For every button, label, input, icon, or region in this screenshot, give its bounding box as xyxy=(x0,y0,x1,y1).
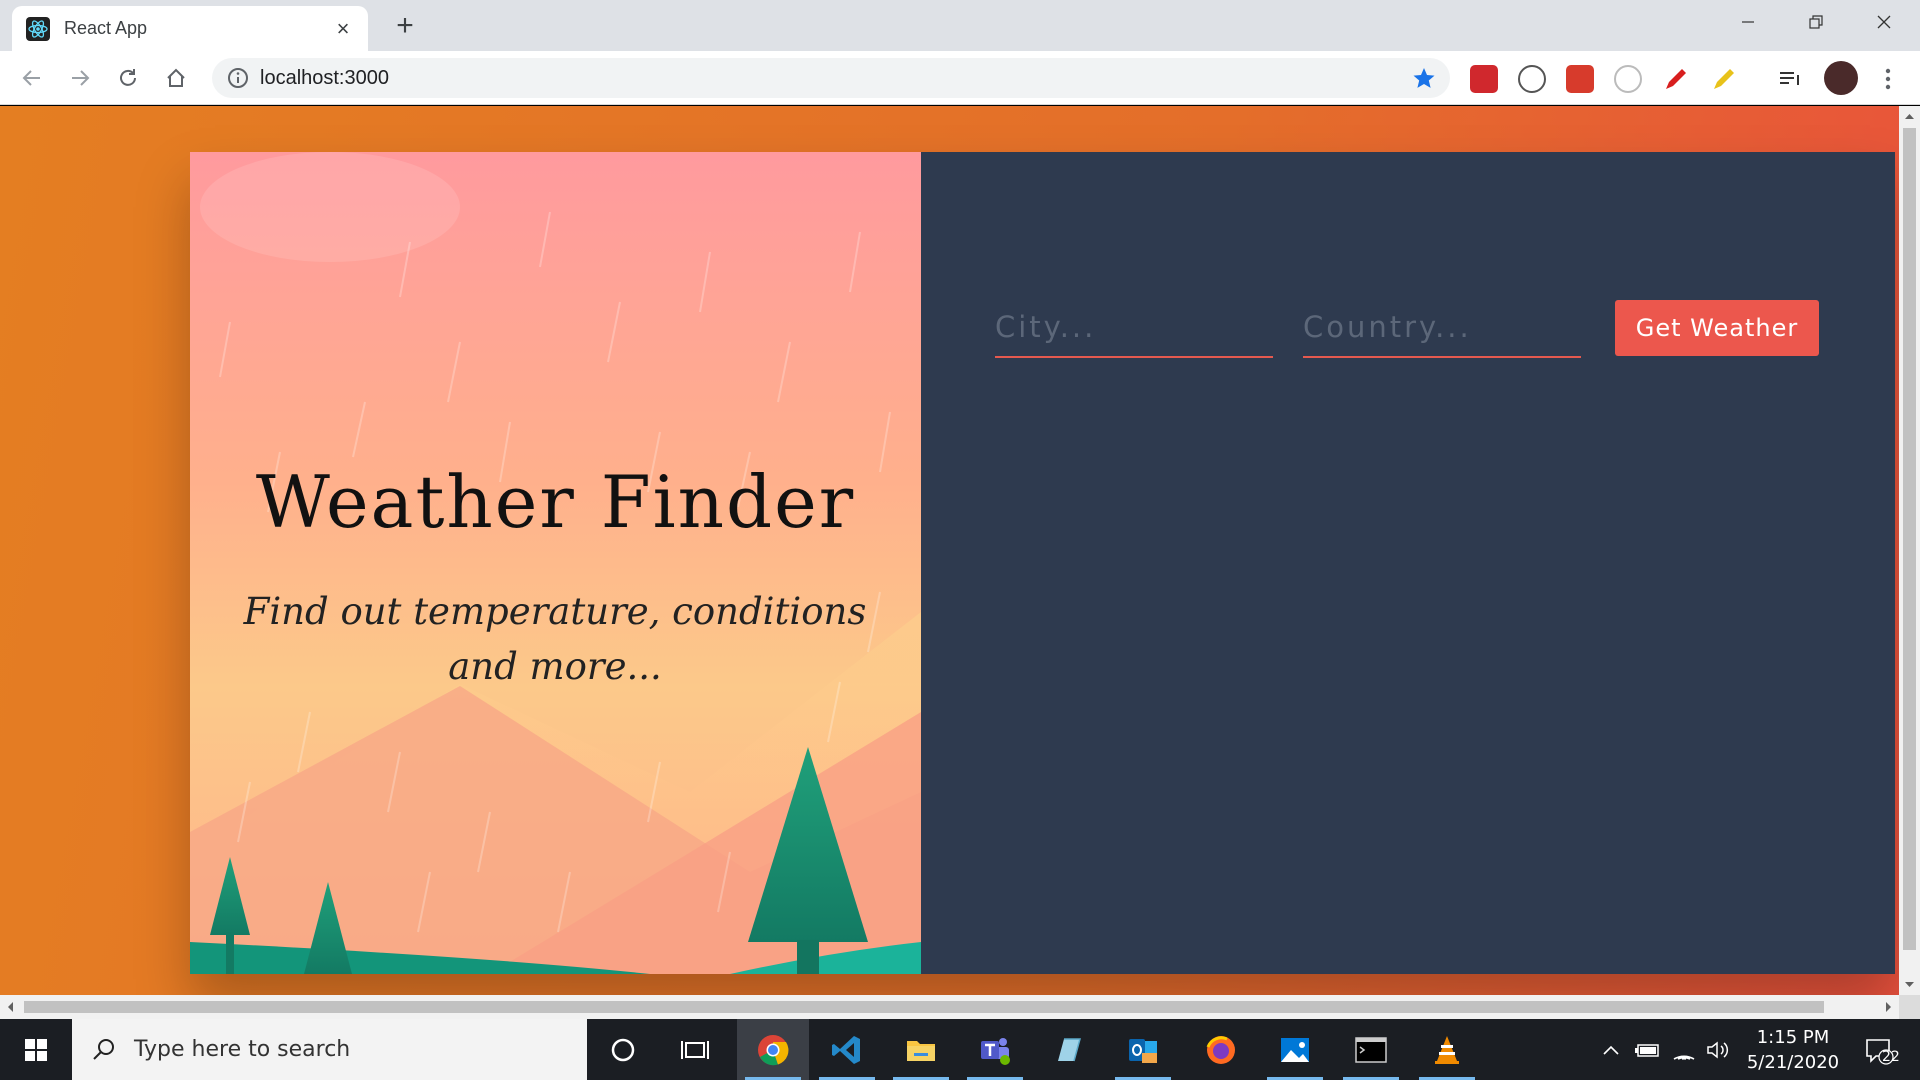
vimeo-icon[interactable] xyxy=(1518,65,1546,93)
folder-icon xyxy=(907,1040,935,1061)
browser-tab-strip: React App × + xyxy=(0,0,1920,51)
vlc-icon xyxy=(1435,1035,1459,1064)
task-view-button[interactable] xyxy=(659,1019,731,1080)
close-icon xyxy=(1877,15,1891,29)
taskbar-outlook[interactable] xyxy=(1107,1019,1179,1080)
action-center-button[interactable]: 22 xyxy=(1854,1019,1904,1080)
forward-arrow-icon xyxy=(72,70,90,86)
taskbar-vlc[interactable] xyxy=(1411,1019,1483,1080)
hero-panel: Weather Finder Find out temperature, con… xyxy=(190,152,921,974)
country-input[interactable] xyxy=(1303,298,1581,358)
screen: React App × + localhost:3000 Weather Fin… xyxy=(0,0,1920,1080)
home-button[interactable] xyxy=(159,61,193,95)
battery-status[interactable] xyxy=(1632,1019,1664,1080)
new-tab-button[interactable]: + xyxy=(390,11,420,42)
app-subtitle: Find out temperature, conditions and mor… xyxy=(243,590,867,688)
restore-button[interactable] xyxy=(1782,0,1850,44)
taskbar-chrome[interactable] xyxy=(737,1019,809,1080)
home-icon xyxy=(167,68,185,87)
taskbar-firefox[interactable] xyxy=(1185,1019,1257,1080)
outlook-icon xyxy=(1129,1038,1157,1063)
close-tab-icon[interactable]: × xyxy=(332,17,354,40)
photos-icon xyxy=(1281,1037,1309,1062)
start-button[interactable] xyxy=(0,1019,72,1080)
city-input[interactable] xyxy=(995,298,1273,358)
landscape-illustration xyxy=(190,152,921,974)
notification-count: 22 xyxy=(1882,1049,1900,1065)
vertical-scroll-thumb[interactable] xyxy=(1903,128,1916,950)
taskbar-terminal[interactable] xyxy=(1335,1019,1407,1080)
info-icon[interactable] xyxy=(226,66,250,90)
vertical-scrollbar[interactable] xyxy=(1899,106,1920,995)
wifi-status[interactable] xyxy=(1668,1019,1700,1080)
address-bar[interactable]: localhost:3000 xyxy=(212,58,1450,98)
url-text[interactable]: localhost:3000 xyxy=(260,67,389,90)
highlighter-icon[interactable] xyxy=(1710,65,1738,93)
browser-toolbar: localhost:3000 xyxy=(0,51,1920,105)
scroll-up-icon[interactable] xyxy=(1899,106,1920,126)
firefox-icon xyxy=(1206,1035,1235,1064)
taskbar-notepad[interactable] xyxy=(1033,1019,1105,1080)
taskbar-search-box[interactable]: Type here to search xyxy=(72,1019,587,1080)
weather-card: Weather Finder Find out temperature, con… xyxy=(190,152,1895,974)
show-hidden-icons-button[interactable] xyxy=(1596,1019,1626,1080)
scroll-right-icon[interactable] xyxy=(1879,995,1899,1019)
minimize-button[interactable] xyxy=(1714,0,1782,44)
windows-taskbar: Type here to search 1:15 PM 5/21/2020 22 xyxy=(0,1019,1920,1080)
taskbar-vscode[interactable] xyxy=(811,1019,883,1080)
chevron-up-icon xyxy=(1603,1045,1619,1055)
close-window-button[interactable] xyxy=(1850,0,1918,44)
bookmark-star-icon[interactable] xyxy=(1412,66,1436,90)
app-title: Weather Finder xyxy=(255,460,856,544)
terminal-icon xyxy=(1355,1036,1387,1063)
cortana-button[interactable] xyxy=(587,1019,659,1080)
get-weather-button[interactable]: Get Weather xyxy=(1615,300,1819,356)
vscode-icon xyxy=(832,1035,860,1064)
form-panel: Get Weather xyxy=(921,152,1895,974)
minimize-icon xyxy=(1742,21,1754,23)
restore-icon xyxy=(1809,15,1823,29)
clock-date: 5/21/2020 xyxy=(1746,1052,1840,1073)
pen-red-icon[interactable] xyxy=(1662,65,1690,93)
taskbar-teams[interactable] xyxy=(959,1019,1031,1080)
battery-icon xyxy=(1635,1043,1659,1057)
windows-logo-icon xyxy=(25,1038,47,1061)
wifi-icon xyxy=(1673,1055,1695,1060)
scroll-left-icon[interactable] xyxy=(0,995,20,1019)
taskbar-search-placeholder: Type here to search xyxy=(134,1037,351,1062)
extension-red-icon[interactable] xyxy=(1566,65,1594,93)
volume-control[interactable] xyxy=(1702,1019,1734,1080)
media-playlist-icon[interactable] xyxy=(1776,65,1804,93)
menu-dots-icon[interactable] xyxy=(1874,65,1902,93)
back-arrow-icon xyxy=(22,70,40,86)
system-clock[interactable]: 1:15 PM 5/21/2020 xyxy=(1738,1025,1848,1075)
page-viewport: Weather Finder Find out temperature, con… xyxy=(0,106,1899,995)
profile-avatar[interactable] xyxy=(1824,61,1858,95)
horizontal-scrollbar[interactable] xyxy=(0,995,1899,1019)
reload-icon xyxy=(120,69,136,86)
react-icon xyxy=(26,16,50,41)
teams-icon xyxy=(981,1037,1010,1065)
browser-tab[interactable]: React App × xyxy=(12,6,368,51)
task-view-icon xyxy=(681,1040,709,1059)
extension-circle-icon[interactable] xyxy=(1614,65,1642,93)
clock-time: 1:15 PM xyxy=(1756,1027,1830,1048)
forward-button[interactable] xyxy=(63,61,97,95)
speaker-icon xyxy=(1707,1040,1729,1059)
taskbar-photos[interactable] xyxy=(1259,1019,1331,1080)
scroll-down-icon[interactable] xyxy=(1899,975,1920,995)
adblock-icon[interactable] xyxy=(1470,65,1498,93)
scrollbar-corner xyxy=(1899,995,1920,1019)
horizontal-scroll-thumb[interactable] xyxy=(24,1001,1824,1013)
chrome-icon xyxy=(758,1034,789,1065)
cortana-icon xyxy=(611,1038,635,1061)
tab-title: React App xyxy=(64,18,148,38)
search-icon xyxy=(93,1038,114,1060)
reload-button[interactable] xyxy=(111,61,145,95)
notepad-icon xyxy=(1058,1037,1081,1061)
taskbar-file-explorer[interactable] xyxy=(885,1019,957,1080)
back-button[interactable] xyxy=(15,61,49,95)
